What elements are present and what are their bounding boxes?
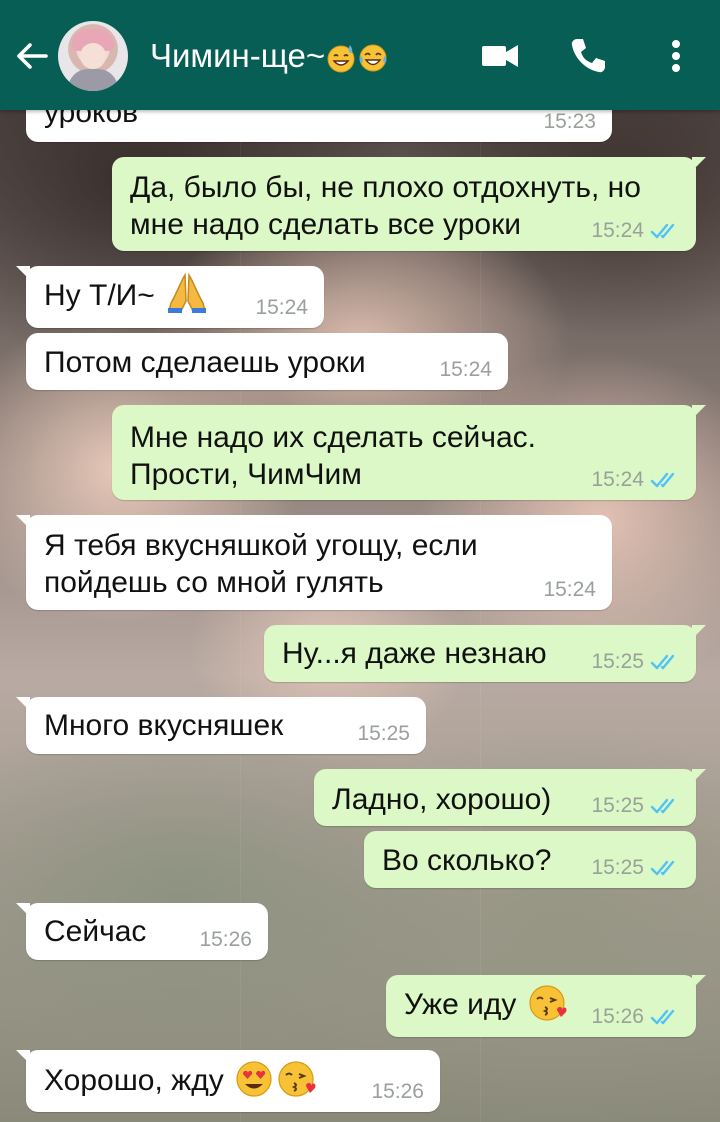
message-text: Потом сделаешь уроки [44,346,366,379]
message-outgoing[interactable]: Ну...я даже незнаю 15:25 [264,625,706,682]
message-time: 15:25 [591,856,644,879]
double-check-read-icon [650,472,675,488]
message-text: Во сколько? [382,844,552,877]
message-incoming[interactable]: Я тебя вкусняшкой угощу, если пойдешь со… [16,515,612,610]
message-time: 15:23 [543,110,596,133]
message-text: Ну...я даже незнаю [282,637,547,670]
more-options-icon[interactable] [654,34,698,78]
message-text: Мне надо их сделать сейчас. Прости, ЧимЧ… [130,421,536,491]
double-check-read-icon [650,860,675,876]
folded-hands-emoji-icon [165,271,209,315]
message-outgoing[interactable]: Уже иду 15:26 [386,975,706,1037]
message-time: 15:24 [439,358,492,381]
message-text: Много вкусняшек [44,709,284,742]
double-check-read-icon [650,654,675,670]
double-check-read-icon [650,798,675,814]
double-check-read-icon [650,1009,675,1025]
message-time: 15:24 [591,219,644,242]
message-time: 15:25 [357,722,410,745]
message-incoming[interactable]: Сейчас 15:26 [16,903,268,960]
message-text: Да, было бы, не плохо отдохнуть, но мне … [130,171,641,241]
message-incoming[interactable]: Потом сделаешь уроки 15:24 [26,333,508,390]
message-time: 15:24 [255,296,308,319]
phone-call-icon[interactable] [566,34,610,78]
double-check-read-icon [650,223,675,239]
message-outgoing[interactable]: Да, было бы, не плохо отдохнуть, но мне … [112,157,706,251]
message-time: 15:26 [371,1080,424,1103]
message-incoming[interactable]: Хорошо, жду 15:26 [16,1050,440,1112]
message-text: Ну Т/И~ [44,279,155,312]
back-arrow-icon[interactable] [12,36,52,76]
message-time: 15:24 [591,468,644,491]
kissing-heart-emoji-icon [527,983,567,1023]
heart-eyes-emoji-icon [234,1059,274,1099]
message-text: Я тебя вкусняшкой угощу, если пойдешь со… [44,529,478,599]
contact-name[interactable]: Чимин-ще~ [150,36,389,76]
contact-name-text: Чимин-ще~ [150,37,326,74]
message-text: Сейчас [44,915,147,948]
message-outgoing[interactable]: Мне надо их сделать сейчас. Прости, ЧимЧ… [112,405,706,500]
message-outgoing[interactable]: Ладно, хорошо) 15:25 [314,769,706,826]
message-outgoing[interactable]: Во сколько? 15:25 [364,831,696,888]
tears-of-joy-emoji-icon [357,42,389,74]
message-time: 15:25 [591,650,644,673]
sweat-smile-emoji-icon [325,42,357,74]
message-text: Ладно, хорошо) [332,783,552,816]
message-time: 15:24 [543,578,596,601]
video-call-icon[interactable] [478,34,522,78]
message-incoming[interactable]: Ну Т/И~ 15:24 [16,266,324,328]
contact-avatar[interactable] [58,21,128,91]
chat-header: Чимин-ще~ [0,0,720,110]
kissing-heart-emoji-icon [276,1059,316,1099]
message-text: Уже иду [404,988,517,1021]
message-time: 15:26 [199,928,252,951]
message-text: Хорошо, жду [44,1064,224,1097]
message-incoming[interactable]: Много вкусняшек 15:25 [16,697,426,754]
message-time: 15:26 [591,1005,644,1028]
message-time: 15:25 [591,794,644,817]
message-list[interactable]: уроков 15:23 Да, было бы, не плохо отдох… [0,0,720,1122]
